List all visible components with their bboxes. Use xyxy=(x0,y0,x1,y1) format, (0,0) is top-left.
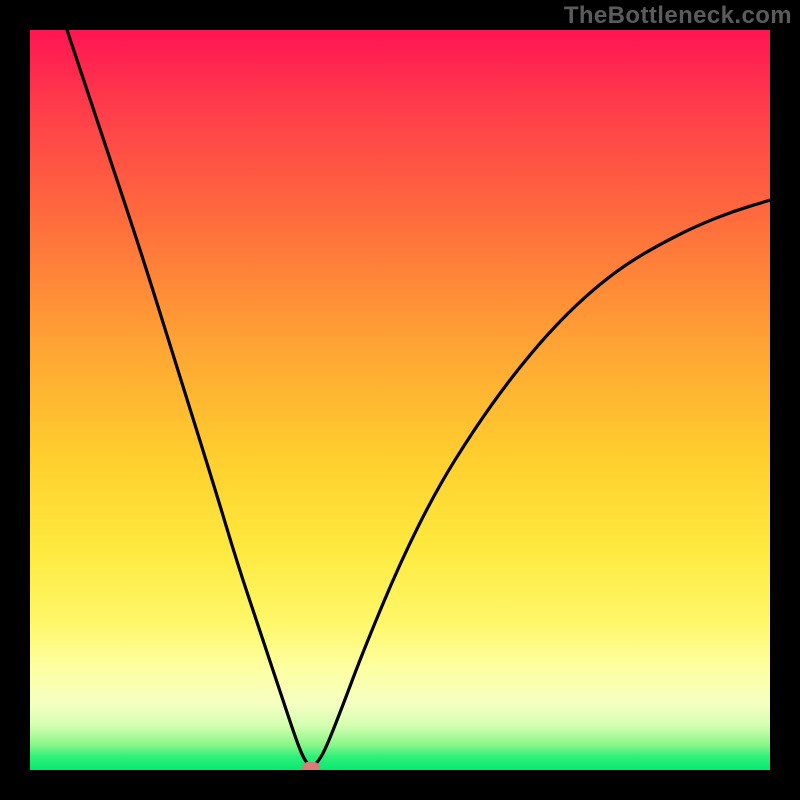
watermark-text: TheBottleneck.com xyxy=(564,2,792,30)
plot-area xyxy=(30,30,770,770)
chart-container: TheBottleneck.com xyxy=(0,0,800,800)
bottleneck-curve xyxy=(67,30,770,766)
optimal-marker xyxy=(302,762,320,770)
curve-layer xyxy=(30,30,770,770)
